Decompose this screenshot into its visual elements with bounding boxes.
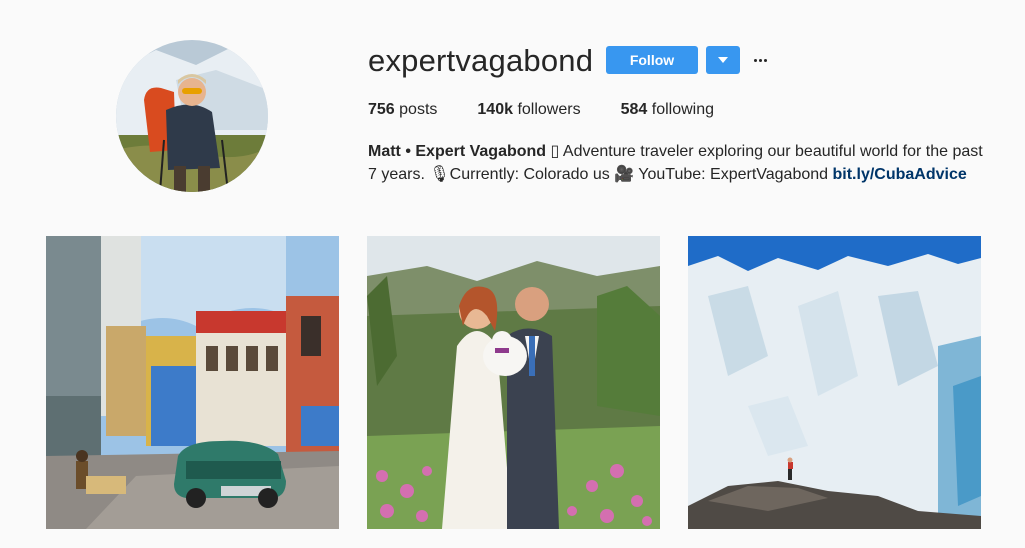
posts-count: 756 (368, 101, 395, 118)
profile-username: expertvagabond (368, 43, 594, 78)
glacier-hiker-image (688, 236, 981, 529)
profile-full-name: Matt • Expert Vagabond (368, 143, 547, 160)
post-thumbnail[interactable] (367, 236, 660, 529)
suggested-accounts-dropdown-button[interactable] (706, 46, 740, 74)
caret-down-icon (718, 57, 728, 63)
more-options-button[interactable] (750, 46, 770, 74)
followers-count: 140k (477, 101, 513, 118)
bio-link[interactable]: bit.ly/CubaAdvice (833, 166, 967, 183)
posts-stat: 756 posts (368, 100, 437, 120)
following-label: following (651, 101, 715, 118)
posts-label: posts (399, 101, 438, 118)
followers-stat[interactable]: 140k followers (477, 100, 580, 120)
profile-bio: Matt • Expert Vagabond ▯ Adventure trave… (368, 140, 988, 186)
follow-button[interactable]: Follow (606, 46, 698, 74)
post-thumbnail[interactable] (46, 236, 339, 529)
dot-icon (753, 58, 757, 62)
post-thumbnail[interactable] (688, 236, 981, 529)
dot-icon (758, 58, 762, 62)
following-count: 584 (620, 101, 648, 118)
dot-icon (763, 58, 767, 62)
following-stat[interactable]: 584 following (621, 100, 714, 120)
profile-avatar[interactable] (116, 40, 268, 192)
followers-label: followers (517, 101, 581, 118)
profile-stats: 756 posts 140k followers 584 following (368, 100, 754, 120)
wedding-couple-with-cat-image (367, 236, 660, 529)
havana-street-classic-car-image (46, 236, 339, 529)
